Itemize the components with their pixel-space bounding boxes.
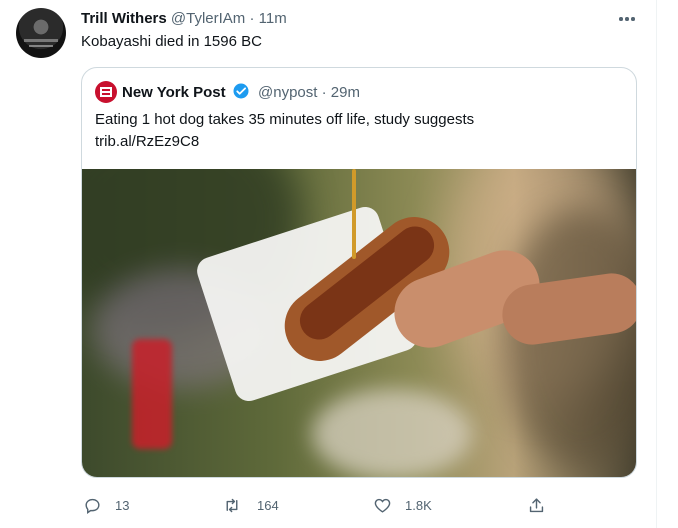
share-button[interactable] xyxy=(527,494,549,518)
separator: · xyxy=(321,84,327,101)
like-button[interactable]: 1.8K xyxy=(373,494,453,518)
column-divider xyxy=(656,0,657,528)
share-icon xyxy=(529,498,544,513)
handle[interactable]: @TylerIAm xyxy=(171,10,245,27)
avatar-overlay-line xyxy=(24,39,58,42)
retweet-count: 164 xyxy=(257,498,279,513)
retweet-icon xyxy=(226,498,238,513)
like-count: 1.8K xyxy=(405,498,432,513)
separator: · xyxy=(249,10,255,27)
tweet-header: Trill Withers @TylerIAm · 11m xyxy=(81,9,287,29)
retweet-button[interactable]: 164 xyxy=(222,494,302,518)
quoted-handle[interactable]: @nypost xyxy=(258,84,317,101)
verified-badge-icon xyxy=(233,83,249,99)
display-name[interactable]: Trill Withers xyxy=(81,10,167,27)
tweet-text: Kobayashi died in 1596 BC xyxy=(81,33,262,50)
quoted-display-name[interactable]: New York Post xyxy=(122,84,226,101)
quoted-tweet-text: Eating 1 hot dog takes 35 minutes off li… xyxy=(95,109,474,153)
like-icon xyxy=(374,498,391,513)
reply-button[interactable]: 13 xyxy=(83,494,143,518)
quoted-tweet-body: Eating 1 hot dog takes 35 minutes off li… xyxy=(95,111,475,128)
reply-count: 13 xyxy=(115,498,130,513)
quoted-timestamp[interactable]: 29m xyxy=(331,84,360,101)
quoted-tweet-card[interactable]: New York Post @nypost · 29m Eating 1 hot… xyxy=(81,67,637,478)
more-options-icon[interactable] xyxy=(614,9,640,29)
avatar[interactable] xyxy=(16,8,66,58)
quoted-tweet-header: New York Post @nypost · 29m xyxy=(122,82,360,103)
nypost-avatar[interactable] xyxy=(95,81,117,103)
reply-icon xyxy=(85,498,100,515)
timestamp[interactable]: 11m xyxy=(259,10,287,27)
quoted-tweet-link[interactable]: trib.al/RzEz9C8 xyxy=(95,131,474,153)
hot-dog-photo[interactable] xyxy=(82,169,636,477)
avatar-overlay-line xyxy=(29,45,53,47)
